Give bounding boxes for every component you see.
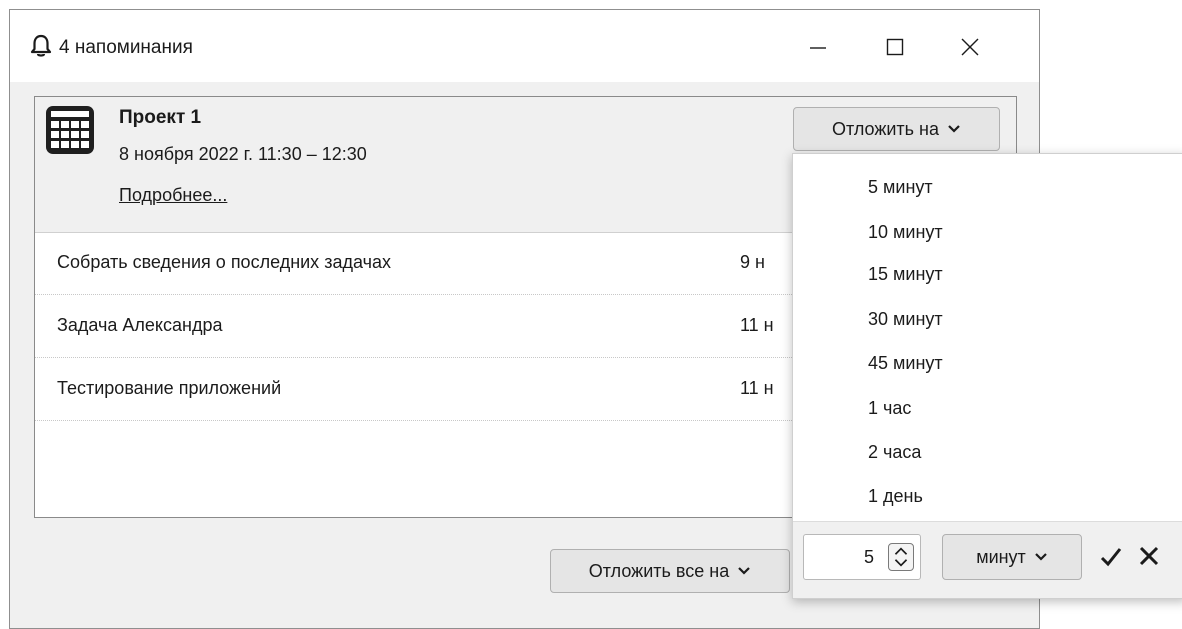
reminder-date: 11 н xyxy=(740,378,774,398)
chevron-down-icon xyxy=(1035,553,1047,561)
bell-icon xyxy=(30,34,52,57)
chevron-down-icon xyxy=(948,125,960,133)
menu-item-30-minutes[interactable]: 30 минут xyxy=(868,309,943,330)
close-window-button[interactable] xyxy=(942,25,998,69)
menu-item-10-minutes[interactable]: 10 минут xyxy=(868,222,943,243)
stepper-arrows-icon[interactable] xyxy=(888,543,914,571)
snooze-options: 5 минут 10 минут 15 минут 30 минут 45 ми… xyxy=(793,154,1182,524)
unit-select[interactable]: минут xyxy=(942,534,1082,580)
reminder-name: Задача Александра xyxy=(57,315,223,335)
snooze-all-button[interactable]: Отложить все на xyxy=(550,549,790,593)
reminder-date: 9 н xyxy=(740,252,765,272)
custom-value-stepper[interactable]: 5 xyxy=(803,534,921,580)
reminder-name: Собрать сведения о последних задачах xyxy=(57,252,391,272)
event-date: 8 ноября 2022 г. 11:30 – 12:30 xyxy=(119,144,367,164)
unit-label: минут xyxy=(976,546,1026,567)
maximize-button[interactable] xyxy=(867,25,923,69)
close-icon[interactable] xyxy=(1138,545,1160,567)
menu-item-1-hour[interactable]: 1 час xyxy=(868,398,911,419)
snooze-dropdown-menu: 5 минут 10 минут 15 минут 30 минут 45 ми… xyxy=(792,153,1182,599)
close-icon xyxy=(961,38,979,56)
snooze-button-label: Отложить на xyxy=(831,118,940,139)
reminder-date: 11 н xyxy=(740,315,774,335)
calendar-icon xyxy=(46,106,94,154)
menu-item-5-minutes[interactable]: 5 минут xyxy=(868,177,933,198)
menu-item-45-minutes[interactable]: 45 минут xyxy=(868,353,943,374)
menu-item-2-hours[interactable]: 2 часа xyxy=(868,442,921,463)
minimize-icon xyxy=(810,47,826,49)
chevron-down-icon xyxy=(738,567,750,575)
details-link[interactable]: Подробнее... xyxy=(119,185,227,206)
snooze-all-label: Отложить все на xyxy=(588,560,730,581)
custom-snooze-row: 5 минут xyxy=(793,521,1182,598)
minimize-button[interactable] xyxy=(790,25,846,69)
window-title: 4 напоминания xyxy=(59,37,193,58)
menu-item-15-minutes[interactable]: 15 минут xyxy=(868,264,943,285)
title-bar: 4 напоминания xyxy=(10,10,1039,82)
snooze-button[interactable]: Отложить на xyxy=(793,107,1000,151)
checkmark-icon[interactable] xyxy=(1099,545,1123,569)
reminder-name: Тестирование приложений xyxy=(57,378,282,398)
menu-item-1-day[interactable]: 1 день xyxy=(868,486,923,507)
maximize-icon xyxy=(886,38,904,56)
event-title: Проект 1 xyxy=(119,107,202,128)
custom-value[interactable]: 5 xyxy=(864,547,874,568)
